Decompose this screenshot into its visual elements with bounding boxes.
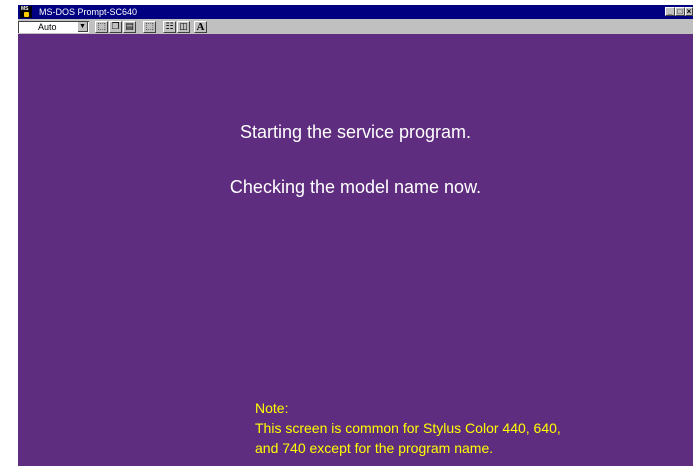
- note-line-1: This screen is common for Stylus Color 4…: [255, 420, 561, 436]
- status-line-starting: Starting the service program.: [239, 122, 472, 142]
- full-screen-button[interactable]: ⬚: [143, 21, 156, 33]
- note-heading: Note:: [255, 400, 289, 416]
- properties-button[interactable]: ☷: [163, 21, 176, 33]
- note-line-2: and 740 except for the program name.: [255, 440, 494, 456]
- toolbar: Auto ▼ ⬚ ❐ ▤ ⬚ ☷ ◫ A: [18, 19, 693, 34]
- console-screen[interactable]: Starting the service program. Checking t…: [18, 34, 693, 466]
- mark-button[interactable]: ⬚: [95, 21, 108, 33]
- maximize-button[interactable]: □: [675, 7, 685, 16]
- font-size-value: Auto: [38, 22, 57, 32]
- title-bar[interactable]: MS MS-DOS Prompt-SC640 _ □ ×: [18, 5, 693, 19]
- ms-dos-prompt-window: MS MS-DOS Prompt-SC640 _ □ × Auto ▼ ⬚ ❐ …: [18, 5, 693, 466]
- close-button[interactable]: ×: [685, 7, 693, 16]
- font-size-select[interactable]: Auto ▼: [18, 21, 89, 33]
- background-button[interactable]: ◫: [177, 21, 190, 33]
- font-button[interactable]: A: [194, 21, 207, 33]
- chevron-down-icon[interactable]: ▼: [78, 22, 88, 32]
- ms-dos-icon-mark: [24, 12, 29, 17]
- status-line-checking: Checking the model name now.: [229, 177, 482, 197]
- minimize-button[interactable]: _: [665, 7, 675, 16]
- window-title: MS-DOS Prompt-SC640: [39, 7, 138, 17]
- note-block: Note: This screen is common for Stylus C…: [255, 398, 561, 458]
- copy-button[interactable]: ❐: [109, 21, 122, 33]
- ms-dos-icon[interactable]: MS: [20, 6, 32, 18]
- paste-button[interactable]: ▤: [123, 21, 136, 33]
